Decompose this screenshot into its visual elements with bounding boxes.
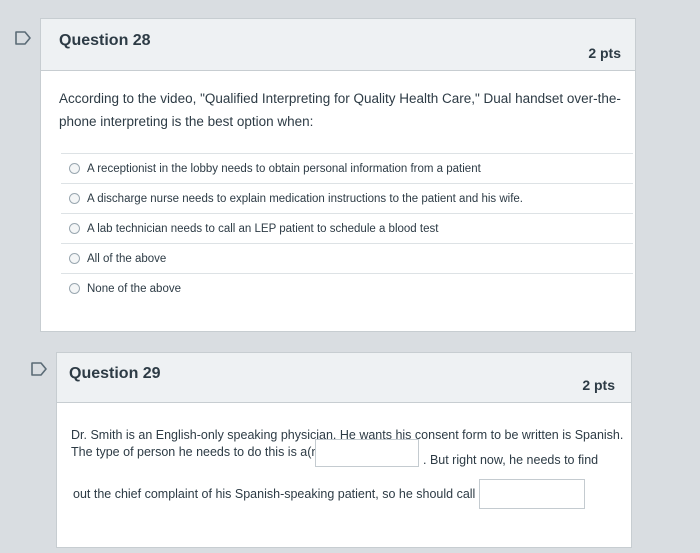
prompt-line: According to the video, "Qualified Inter… <box>59 91 621 106</box>
question-text-line: out the chief complaint of his Spanish-s… <box>73 487 502 501</box>
flag-question-icon[interactable] <box>30 362 48 376</box>
question-title: Question 28 <box>59 32 151 49</box>
radio-button[interactable] <box>69 163 80 174</box>
answer-label: A receptionist in the lobby needs to obt… <box>87 162 481 175</box>
answer-option[interactable]: All of the above <box>61 243 633 273</box>
question-29-card: Question 29 2 pts Dr. Smith is an Englis… <box>56 352 632 548</box>
question-points: 2 pts <box>588 45 621 61</box>
radio-button[interactable] <box>69 223 80 234</box>
answer-label: A discharge nurse needs to explain medic… <box>87 192 523 205</box>
question-text-line: . But right now, he needs to find <box>423 453 599 467</box>
answer-label: All of the above <box>87 252 167 265</box>
question-title: Question 29 <box>69 365 161 382</box>
question-prompt: According to the video, "Qualified Inter… <box>59 87 629 133</box>
question-28-header: Question 28 2 pts <box>41 19 635 71</box>
question-29-header: Question 29 2 pts <box>57 353 631 403</box>
answer-option[interactable]: A receptionist in the lobby needs to obt… <box>61 153 633 183</box>
radio-button[interactable] <box>69 253 80 264</box>
radio-button[interactable] <box>69 283 80 294</box>
radio-button[interactable] <box>69 193 80 204</box>
answer-label: None of the above <box>87 282 181 295</box>
prompt-line: phone interpreting is the best option wh… <box>59 114 314 129</box>
answer-option[interactable]: A lab technician needs to call an LEP pa… <box>61 213 633 243</box>
answer-option[interactable]: A discharge nurse needs to explain medic… <box>61 183 633 213</box>
question-points: 2 pts <box>582 377 615 393</box>
question-28-card: Question 28 2 pts According to the video… <box>40 18 636 332</box>
flag-question-icon[interactable] <box>14 31 32 45</box>
fill-in-blank-input[interactable] <box>315 439 419 467</box>
fill-in-blank-input[interactable] <box>479 479 585 509</box>
question-text-line: The type of person he needs to do this i… <box>71 445 323 459</box>
answer-label: A lab technician needs to call an LEP pa… <box>87 222 439 235</box>
answer-option[interactable]: None of the above <box>61 273 633 303</box>
